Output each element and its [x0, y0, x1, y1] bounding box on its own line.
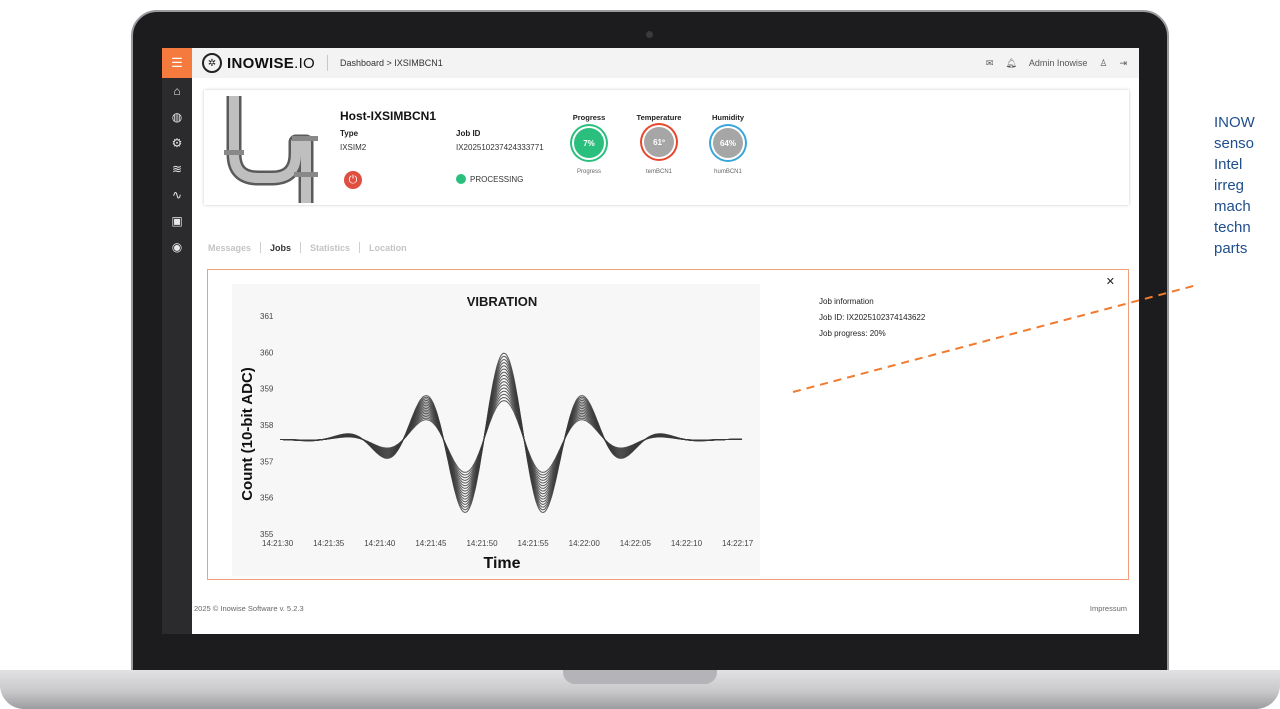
caption-line: Intel [1214, 156, 1243, 173]
caption: INOW senso Intel irreg mach techn parts [1214, 112, 1255, 259]
caption-line: mach [1214, 198, 1251, 215]
stage: ☰ ⌂ ◍ ⚙ ≋ ∿ ▣ ◉ ✲ INOWISE.IO Dashboard >… [0, 0, 1280, 709]
leader-line [792, 284, 1198, 393]
caption-line: INOW [1214, 114, 1255, 131]
caption-line: irreg [1214, 177, 1245, 194]
caption-line: senso [1214, 135, 1255, 152]
caption-line: parts [1214, 240, 1248, 257]
caption-line: techn [1214, 219, 1251, 236]
